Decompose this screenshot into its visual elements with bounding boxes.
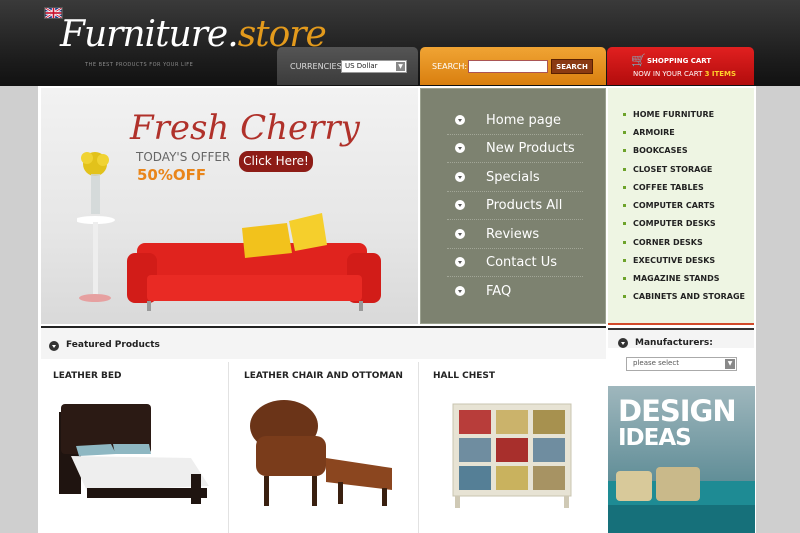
- category-label: CABINETS AND STORAGE: [633, 292, 746, 301]
- product-name: HALL CHEST: [433, 371, 496, 381]
- search-box: SEARCH: SEARCH: [420, 47, 606, 85]
- red-sofa-image: [127, 213, 381, 311]
- nav-item-label: Products All: [486, 198, 563, 213]
- nav-item-products-all[interactable]: Products All: [447, 192, 583, 220]
- currency-value: US Dollar: [345, 62, 378, 70]
- manufacturers-title: Manufacturers:: [635, 338, 713, 348]
- search-label: SEARCH:: [432, 62, 468, 71]
- category-list: HOME FURNITURE ARMOIRE BOOKCASES CLOSET …: [608, 88, 754, 325]
- bullet-icon: [623, 149, 626, 152]
- bullet-icon: [623, 186, 626, 189]
- banner-discount: 50%OFF: [137, 166, 207, 184]
- product-name: LEATHER CHAIR AND OTTOMAN: [244, 371, 403, 381]
- cart-text: NOW IN YOUR CART: [633, 70, 703, 78]
- currency-select[interactable]: US Dollar ▼: [341, 60, 407, 73]
- product-card-leather-bed[interactable]: LEATHER BED: [41, 362, 227, 533]
- logo-text: Furniture.: [60, 14, 239, 55]
- flower-vase-image: [77, 152, 115, 302]
- nav-item-specials[interactable]: Specials: [447, 164, 583, 192]
- nav-item-label: New Products: [486, 141, 575, 156]
- featured-title: Featured Products: [66, 340, 160, 350]
- banner-title: Fresh Cherry: [130, 108, 360, 148]
- bullet-icon: [623, 113, 626, 116]
- manufacturers-select[interactable]: please select ▼: [626, 357, 737, 371]
- category-label: ARMOIRE: [633, 128, 675, 137]
- product-name: LEATHER BED: [53, 371, 122, 381]
- nav-item-contact-us[interactable]: Contact Us: [447, 249, 583, 277]
- search-button[interactable]: SEARCH: [551, 59, 593, 74]
- cart-icon: 🛒: [631, 53, 646, 67]
- cart-title: SHOPPING CART: [647, 57, 712, 65]
- bullet-icon: [623, 168, 626, 171]
- banner-offer: TODAY'S OFFER: [136, 150, 231, 164]
- hall-chest-image: [452, 403, 572, 508]
- currencies-label: CURRENCIES:: [290, 62, 345, 71]
- chevron-down-icon: [455, 229, 465, 239]
- nav-item-reviews[interactable]: Reviews: [447, 221, 583, 249]
- chevron-down-icon: [618, 338, 628, 348]
- site-header: Furniture.store THE BEST PRODUCTS FOR YO…: [0, 0, 800, 86]
- nav-item-label: Specials: [486, 170, 540, 185]
- manufacturers-placeholder: please select: [633, 359, 679, 367]
- category-label: BOOKCASES: [633, 146, 688, 155]
- category-label: COMPUTER CARTS: [633, 201, 715, 210]
- nav-item-label: FAQ: [486, 284, 512, 299]
- chevron-down-icon: ▼: [725, 359, 735, 369]
- featured-products-header: Featured Products: [41, 326, 606, 359]
- search-input[interactable]: [468, 60, 548, 73]
- design-ideas-line2: IDEAS: [618, 425, 692, 451]
- nav-item-home[interactable]: Home page: [447, 107, 583, 135]
- product-card-hall-chest[interactable]: HALL CHEST: [421, 362, 606, 533]
- nav-item-faq[interactable]: FAQ: [447, 278, 583, 306]
- main-nav: Home page New Products Specials Products…: [420, 88, 606, 324]
- currency-box: CURRENCIES: US Dollar ▼: [277, 47, 418, 85]
- cart-status: NOW IN YOUR CART 3 ITEMS: [633, 70, 736, 78]
- leather-chair-image: [250, 400, 392, 506]
- chevron-down-icon: [455, 257, 465, 267]
- category-label: CORNER DESKS: [633, 238, 703, 247]
- category-label: MAGAZINE STANDS: [633, 274, 720, 283]
- tagline: THE BEST PRODUCTS FOR YOUR LIFE: [85, 62, 194, 68]
- bullet-icon: [623, 131, 626, 134]
- chevron-down-icon: [455, 115, 465, 125]
- chevron-down-icon: ▼: [396, 62, 405, 71]
- chevron-down-icon: [455, 172, 465, 182]
- teal-sofa-image: [608, 467, 755, 533]
- bullet-icon: [623, 241, 626, 244]
- nav-item-label: Reviews: [486, 227, 540, 242]
- nav-item-label: Contact Us: [486, 255, 557, 270]
- category-label: COFFEE TABLES: [633, 183, 704, 192]
- nav-item-label: Home page: [486, 113, 561, 128]
- bullet-icon: [623, 222, 626, 225]
- bullet-icon: [623, 204, 626, 207]
- category-label: CLOSET STORAGE: [633, 165, 713, 174]
- category-label: EXECUTIVE DESKS: [633, 256, 716, 265]
- bullet-icon: [623, 295, 626, 298]
- chevron-down-icon: [455, 143, 465, 153]
- design-ideas-banner[interactable]: DESIGN IDEAS: [608, 386, 755, 533]
- design-ideas-line1: DESIGN: [618, 394, 737, 428]
- bullet-icon: [623, 259, 626, 262]
- chevron-down-icon: [49, 341, 59, 351]
- chevron-down-icon: [455, 286, 465, 296]
- category-label: COMPUTER DESKS: [633, 219, 716, 228]
- divider: [418, 362, 419, 533]
- manufacturers-header: Manufacturers:: [608, 328, 754, 348]
- product-card-leather-chair[interactable]: LEATHER CHAIR AND OTTOMAN: [232, 362, 416, 533]
- nav-item-new-products[interactable]: New Products: [447, 135, 583, 163]
- click-here-button[interactable]: Click Here!: [239, 151, 313, 172]
- bullet-icon: [623, 277, 626, 280]
- leather-bed-image: [59, 404, 209, 504]
- chevron-down-icon: [455, 200, 465, 210]
- shopping-cart-box[interactable]: 🛒 SHOPPING CART NOW IN YOUR CART 3 ITEMS: [607, 47, 754, 85]
- category-label: HOME FURNITURE: [633, 110, 715, 119]
- promo-banner[interactable]: Fresh Cherry TODAY'S OFFER 50%OFF Click …: [41, 88, 418, 324]
- divider: [228, 362, 229, 533]
- cart-count: 3 ITEMS: [704, 70, 737, 78]
